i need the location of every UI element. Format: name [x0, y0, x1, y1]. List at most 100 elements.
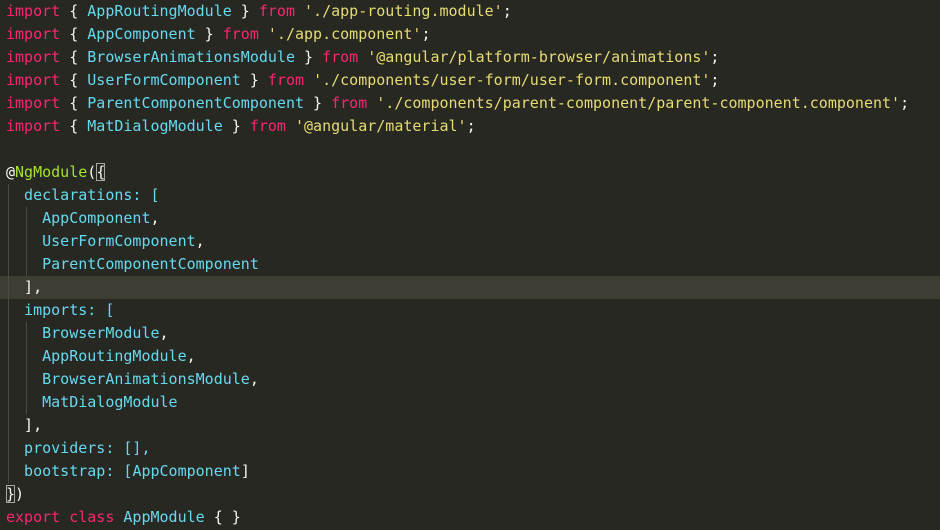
code-token: from: [331, 94, 368, 112]
code-line[interactable]: import { BrowserAnimationsModule } from …: [0, 46, 940, 69]
code-token: ,: [159, 324, 169, 342]
code-token: }: [6, 485, 16, 503]
code-token: AppComponent: [6, 209, 151, 227]
code-token: {: [60, 71, 88, 89]
code-token: (: [87, 163, 97, 181]
code-token: from: [258, 2, 295, 20]
code-token: BrowserAnimationsModule: [6, 370, 250, 388]
code-token: {: [60, 94, 88, 112]
code-line[interactable]: BrowserAnimationsModule,: [0, 368, 940, 391]
code-token: import: [6, 71, 61, 89]
code-token: }: [304, 94, 332, 112]
code-token: AppRoutingModule: [87, 2, 232, 20]
code-token: import: [6, 117, 61, 135]
code-token: ParentComponentComponent: [6, 255, 259, 273]
code-token: from: [222, 25, 259, 43]
code-token: AppComponent: [87, 25, 196, 43]
code-line[interactable]: }): [0, 483, 940, 506]
code-editor[interactable]: import { AppRoutingModule } from './app-…: [0, 0, 940, 530]
code-token: ],: [6, 416, 43, 434]
code-line[interactable]: ParentComponentComponent: [0, 253, 940, 276]
code-line[interactable]: MatDialogModule: [0, 391, 940, 414]
code-line[interactable]: import { ParentComponentComponent } from…: [0, 92, 940, 115]
code-token: from: [267, 71, 305, 89]
code-token: from: [249, 117, 286, 135]
code-token: import: [6, 94, 61, 112]
code-token: ;: [502, 2, 512, 20]
code-token: ;: [421, 25, 431, 43]
code-token: }: [195, 25, 223, 43]
code-token: class: [69, 508, 115, 526]
code-token: ): [15, 485, 25, 503]
code-line[interactable]: ],: [0, 414, 940, 437]
code-token: @: [6, 163, 16, 181]
code-token: {: [96, 163, 106, 181]
code-token: ],: [6, 278, 43, 296]
code-token: ,: [249, 370, 259, 388]
code-token: NgModule: [15, 163, 88, 181]
code-line[interactable]: BrowserModule,: [0, 322, 940, 345]
code-token: providers: [],: [6, 439, 151, 457]
code-token: './app-routing.module': [304, 2, 503, 20]
code-token: {: [60, 25, 88, 43]
code-line[interactable]: import { AppRoutingModule } from './app-…: [0, 0, 940, 23]
code-token: ;: [710, 71, 720, 89]
code-token: BrowserModule: [6, 324, 160, 342]
code-token: BrowserAnimationsModule: [87, 48, 295, 66]
code-token: declarations: [: [6, 186, 160, 204]
code-token: ;: [900, 94, 910, 112]
code-token: MatDialogModule: [87, 117, 223, 135]
code-token: bootstrap: [: [6, 462, 133, 480]
code-line[interactable]: import { UserFormComponent } from './com…: [0, 69, 940, 92]
code-token: { }: [204, 508, 241, 526]
code-token: AppRoutingModule: [6, 347, 187, 365]
code-line[interactable]: import { MatDialogModule } from '@angula…: [0, 115, 940, 138]
code-line[interactable]: @NgModule({: [0, 161, 940, 184]
indent-guide-imports: [26, 322, 27, 414]
code-token: ,: [195, 232, 205, 250]
code-line[interactable]: providers: [],: [0, 437, 940, 460]
code-line[interactable]: AppComponent,: [0, 207, 940, 230]
code-line[interactable]: export class AppModule { }: [0, 506, 940, 529]
code-line[interactable]: imports: [: [0, 299, 940, 322]
code-token: UserFormComponent: [6, 232, 196, 250]
code-line[interactable]: bootstrap: [AppComponent]: [0, 460, 940, 483]
code-token: {: [60, 48, 88, 66]
code-token: ;: [466, 117, 476, 135]
code-token: '@angular/material': [295, 117, 467, 135]
code-line[interactable]: [0, 138, 940, 161]
code-token: }: [222, 117, 250, 135]
code-token: imports: [: [6, 301, 115, 319]
code-line[interactable]: ],: [0, 276, 940, 299]
code-token: AppModule: [123, 508, 205, 526]
code-token: './components/user-form/user-form.compon…: [313, 71, 711, 89]
indent-guide-outer: [8, 184, 9, 483]
code-line[interactable]: UserFormComponent,: [0, 230, 940, 253]
code-token: }: [240, 71, 268, 89]
code-token: ;: [710, 48, 720, 66]
code-line[interactable]: AppRoutingModule,: [0, 345, 940, 368]
indent-guide-declarations: [26, 207, 27, 276]
code-token: '@angular/platform-browser/animations': [367, 48, 711, 66]
code-token: MatDialogModule: [6, 393, 178, 411]
code-token: from: [322, 48, 359, 66]
code-token: ,: [186, 347, 196, 365]
code-token: ]: [240, 462, 250, 480]
code-token: ParentComponentComponent: [87, 94, 305, 112]
code-token: {: [60, 117, 88, 135]
code-token: }: [231, 2, 259, 20]
code-line[interactable]: declarations: [: [0, 184, 940, 207]
code-token: import: [6, 48, 61, 66]
code-token: import: [6, 25, 61, 43]
code-line[interactable]: import { AppComponent } from './app.comp…: [0, 23, 940, 46]
code-token: ,: [150, 209, 160, 227]
code-token: export: [6, 508, 61, 526]
code-token: import: [6, 2, 61, 20]
